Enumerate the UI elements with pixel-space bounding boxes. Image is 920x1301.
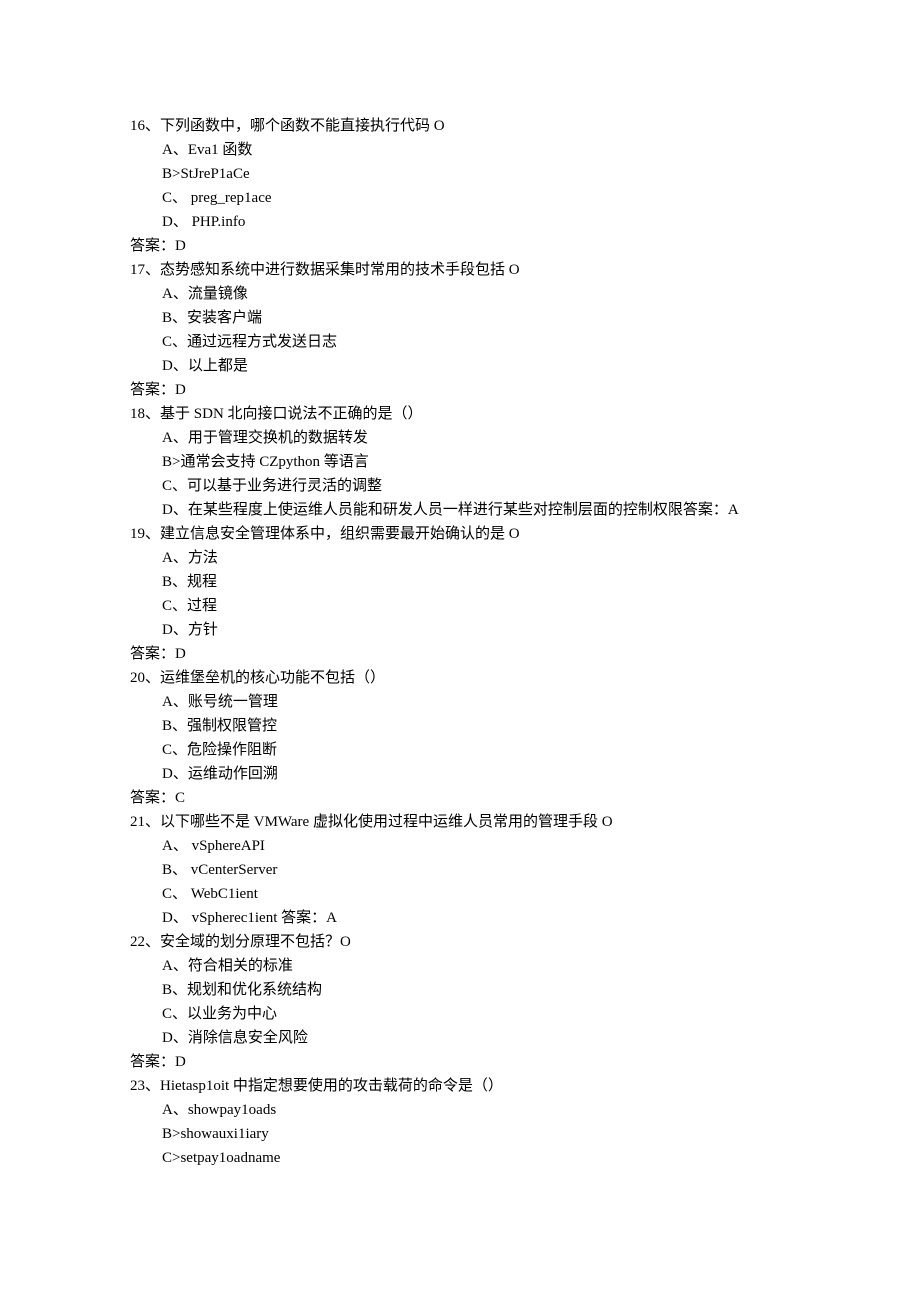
q-number: 23 [130,1078,145,1094]
option: C、 preg_rep1ace [130,186,800,210]
question-stem: 17、态势感知系统中进行数据采集时常用的技术手段包括 O [130,258,800,282]
option: B>showauxi1iary [130,1122,800,1146]
option: C>setpay1oadname [130,1146,800,1170]
q-number: 21 [130,814,145,830]
option: C、以业务为中心 [130,1002,800,1026]
q-number: 17 [130,262,145,278]
q-number: 18 [130,406,145,422]
q-number: 16 [130,118,145,134]
answer: 答案：C [130,786,800,810]
q-number: 22 [130,934,145,950]
option: D、方针 [130,618,800,642]
question-stem: 19、建立信息安全管理体系中，组织需要最开始确认的是 O [130,522,800,546]
q-text: 建立信息安全管理体系中，组织需要最开始确认的是 O [160,526,520,542]
option: B>通常会支持 CZpython 等语言 [130,450,800,474]
option: C、可以基于业务进行灵活的调整 [130,474,800,498]
q-text: 基于 SDN 北向接口说法不正确的是（） [160,406,423,422]
option: A、账号统一管理 [130,690,800,714]
option: A、用于管理交换机的数据转发 [130,426,800,450]
option: A、符合相关的标准 [130,954,800,978]
option: A、流量镜像 [130,282,800,306]
q-number: 20 [130,670,145,686]
option: A、 vSphereAPI [130,834,800,858]
option: A、showpay1oads [130,1098,800,1122]
option: A、方法 [130,546,800,570]
q-text: 以下哪些不是 VMWare 虚拟化使用过程中运维人员常用的管理手段 O [160,814,613,830]
option: B、安装客户端 [130,306,800,330]
option: B、 vCenterServer [130,858,800,882]
option: B、强制权限管控 [130,714,800,738]
question-stem: 21、以下哪些不是 VMWare 虚拟化使用过程中运维人员常用的管理手段 O [130,810,800,834]
question-stem: 20、运维堡垒机的核心功能不包括（） [130,666,800,690]
q-number: 19 [130,526,145,542]
answer: 答案：D [130,1050,800,1074]
q-text: 安全域的划分原理不包括？O [160,934,351,950]
q-text: 下列函数中，哪个函数不能直接执行代码 O [160,118,445,134]
q-text: 运维堡垒机的核心功能不包括（） [160,670,385,686]
answer: 答案：D [130,234,800,258]
option: D、在某些程度上使运维人员能和研发人员一样进行某些对控制层面的控制权限答案：A [130,498,800,522]
option: D、 PHP.info [130,210,800,234]
answer: 答案：D [130,642,800,666]
option: D、运维动作回溯 [130,762,800,786]
question-stem: 22、安全域的划分原理不包括？O [130,930,800,954]
option: B、规程 [130,570,800,594]
option: C、危险操作阻断 [130,738,800,762]
document-page: 16、下列函数中，哪个函数不能直接执行代码 O A、Eva1 函数 B>StJr… [0,0,920,1301]
answer: 答案：D [130,378,800,402]
q-text: 态势感知系统中进行数据采集时常用的技术手段包括 O [160,262,520,278]
option: D、消除信息安全风险 [130,1026,800,1050]
option: C、 WebC1ient [130,882,800,906]
option: D、 vSpherec1ient 答案：A [130,906,800,930]
question-stem: 16、下列函数中，哪个函数不能直接执行代码 O [130,114,800,138]
option: B、规划和优化系统结构 [130,978,800,1002]
question-stem: 23、Hietasp1oit 中指定想要使用的攻击载荷的命令是（） [130,1074,800,1098]
option: C、过程 [130,594,800,618]
option: D、以上都是 [130,354,800,378]
option: A、Eva1 函数 [130,138,800,162]
question-stem: 18、基于 SDN 北向接口说法不正确的是（） [130,402,800,426]
option: C、通过远程方式发送日志 [130,330,800,354]
q-text: Hietasp1oit 中指定想要使用的攻击载荷的命令是（） [160,1078,503,1094]
option: B>StJreP1aCe [130,162,800,186]
